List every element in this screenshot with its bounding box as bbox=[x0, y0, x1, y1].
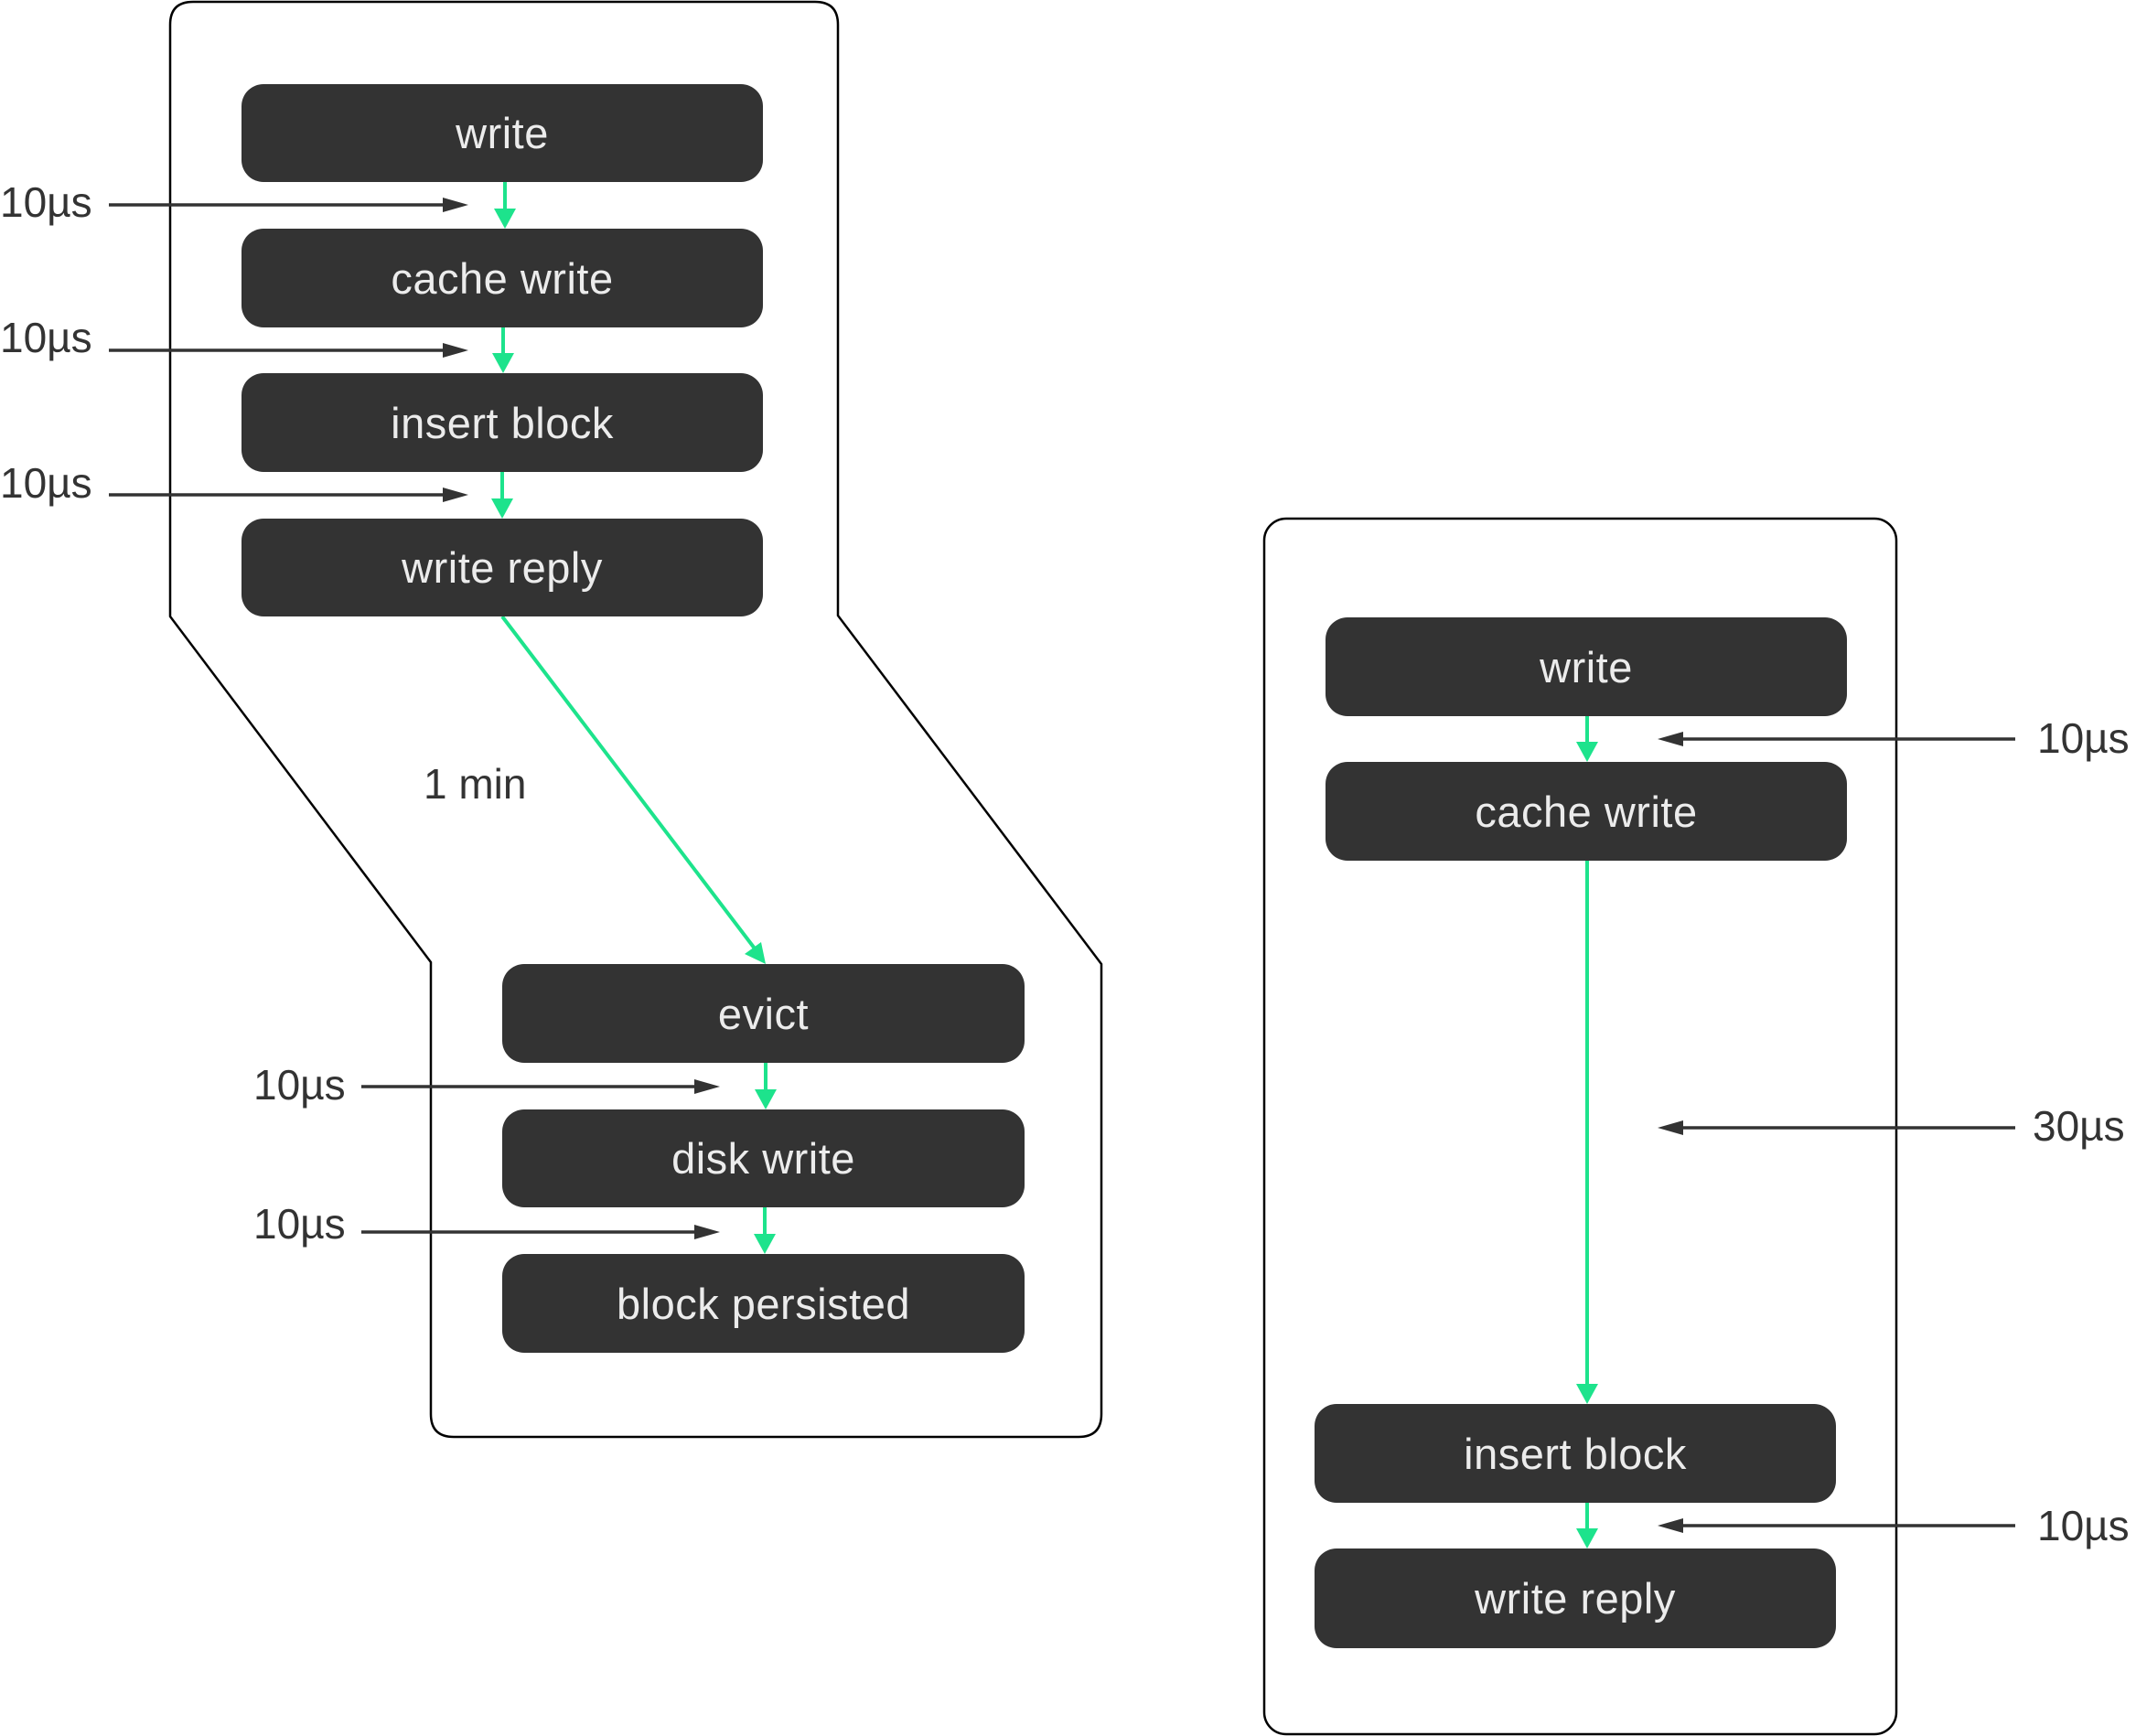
step-label: write reply bbox=[402, 543, 603, 592]
left-timing-label: 10µs bbox=[253, 1200, 346, 1248]
timing-arrow-head bbox=[1658, 732, 1683, 746]
flow-arrow-head bbox=[754, 1234, 776, 1254]
left-step-disk-write: disk write bbox=[502, 1109, 1025, 1207]
step-label: insert block bbox=[1464, 1429, 1687, 1478]
flow-arrow-head bbox=[1576, 1528, 1598, 1548]
transition-label: 1 min bbox=[424, 760, 527, 808]
timing-arrow-head bbox=[694, 1225, 720, 1239]
flow-arrow-head bbox=[492, 353, 514, 373]
timing-arrow-head bbox=[443, 198, 468, 212]
right-timing-label: 10µs bbox=[2037, 1502, 2130, 1549]
step-label: write reply bbox=[1475, 1574, 1676, 1623]
left-step-block-persisted: block persisted bbox=[502, 1254, 1025, 1353]
left-timing-label: 10µs bbox=[0, 178, 92, 226]
step-label: evict bbox=[717, 989, 810, 1038]
left-timing-label: 10µs bbox=[0, 459, 92, 507]
left-step-write-reply: write reply bbox=[242, 519, 763, 616]
left-timing-label: 10µs bbox=[253, 1061, 346, 1109]
step-label: write bbox=[456, 109, 549, 157]
flow-arrow-head bbox=[1576, 742, 1598, 762]
right-step-insert-block: insert block bbox=[1315, 1404, 1836, 1503]
timing-arrow-head bbox=[443, 488, 468, 502]
right-step-write-reply: write reply bbox=[1315, 1548, 1836, 1648]
flow-arrow-head bbox=[494, 209, 516, 229]
timing-arrow-head bbox=[1658, 1518, 1683, 1533]
flow-arrow-delayed bbox=[500, 615, 759, 954]
timing-arrow-head bbox=[1658, 1120, 1683, 1135]
step-label: block persisted bbox=[617, 1279, 910, 1328]
timing-arrow-head bbox=[694, 1079, 720, 1094]
step-label: cache write bbox=[1475, 787, 1698, 836]
diagram-canvas: write cache write insert block write rep… bbox=[0, 0, 2136, 1736]
right-timing-label: 30µs bbox=[2033, 1102, 2125, 1150]
left-step-cache-write: cache write bbox=[242, 229, 763, 327]
flow-arrow-head bbox=[755, 1089, 777, 1109]
step-label: cache write bbox=[391, 253, 614, 303]
step-label: insert block bbox=[391, 398, 614, 447]
left-timing-label: 10µs bbox=[0, 314, 92, 361]
step-label: disk write bbox=[671, 1134, 855, 1183]
right-step-cache-write: cache write bbox=[1326, 762, 1847, 861]
right-step-write: write bbox=[1326, 617, 1847, 716]
flow-arrow-head bbox=[745, 942, 766, 964]
left-step-insert-block: insert block bbox=[242, 373, 763, 472]
timing-arrow-head bbox=[443, 343, 468, 358]
left-step-evict: evict bbox=[502, 964, 1025, 1063]
right-timing-label: 10µs bbox=[2037, 714, 2130, 762]
left-step-write: write bbox=[242, 84, 763, 182]
flow-arrow-head bbox=[1576, 1384, 1598, 1404]
step-label: write bbox=[1540, 642, 1633, 691]
flow-arrow-head bbox=[491, 498, 513, 519]
